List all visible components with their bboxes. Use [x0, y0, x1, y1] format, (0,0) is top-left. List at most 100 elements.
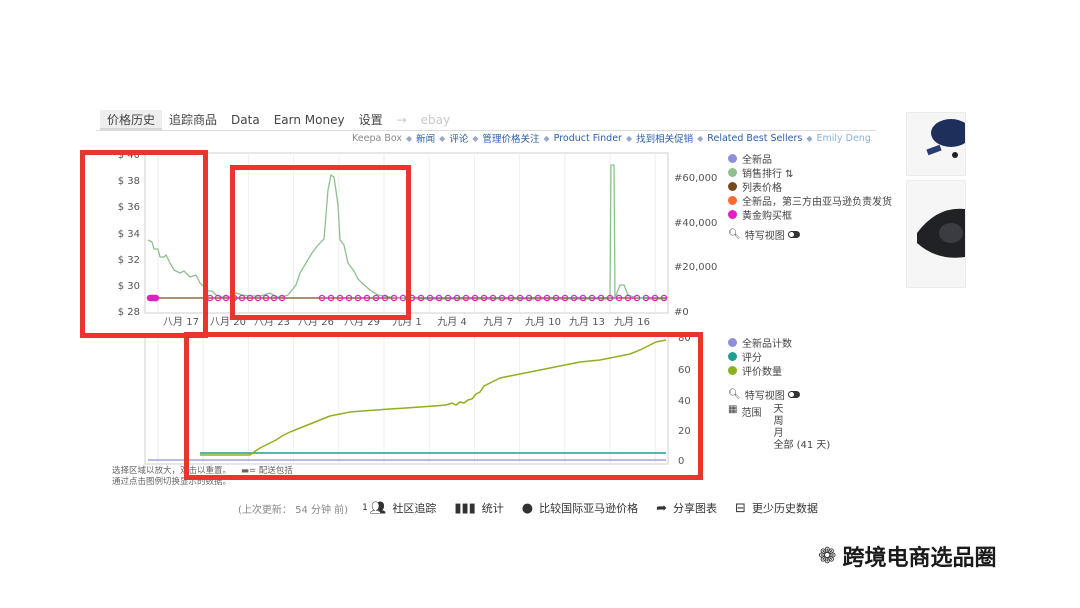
price-tick: $ 30: [118, 281, 140, 292]
legend-review-count[interactable]: 评价数量: [728, 363, 830, 378]
wechat-icon: ❁: [818, 543, 837, 569]
range-options: 天 周 月 全部 (41 天): [773, 404, 830, 452]
legend-new-count[interactable]: 全新品计数: [728, 335, 830, 350]
community-tracking-button[interactable]: 1 👥︎ 社区追踪: [362, 500, 436, 516]
review-tick: 40: [678, 396, 691, 407]
community-label: 社区追踪: [392, 502, 437, 515]
less-label: 更少历史数据: [751, 502, 818, 515]
date-tick: 八月 29: [344, 316, 380, 328]
legend-label: 全新品: [742, 154, 772, 166]
product-thumbnail[interactable]: [906, 112, 971, 176]
link-related-deals[interactable]: 找到相关促销: [636, 131, 693, 145]
share-chart-button[interactable]: ➦ 分享图表: [656, 500, 717, 516]
link-related-best-sellers[interactable]: Related Best Sellers: [707, 133, 802, 144]
price-chart-legend: 全新品 销售排行 ⇅ 列表价格 全新品，第三方由亚马逊负责发货 黄金购买框 🔍︎…: [728, 151, 892, 242]
product-image: [917, 208, 965, 258]
legend-dot: [728, 351, 737, 361]
legend-label: 销售排行 ⇅: [742, 168, 794, 180]
stats-label: 统计: [481, 502, 504, 515]
date-tick: 九月 10: [525, 316, 561, 328]
tab-data[interactable]: Data: [224, 110, 267, 130]
link-manage-price-watch[interactable]: 管理价格关注: [482, 131, 539, 145]
legend-list-price[interactable]: 列表价格: [728, 179, 892, 194]
closeup-label: 特写视图: [744, 391, 785, 402]
legend-label: 全新品计数: [742, 338, 792, 350]
rank-tick: #40,000: [674, 218, 717, 229]
chart-plot-area: [144, 152, 669, 314]
date-tick: 八月 23: [254, 316, 290, 328]
range-all[interactable]: 全部 (41 天): [773, 440, 830, 452]
product-thumbnail[interactable]: [906, 180, 966, 288]
diamond-icon: ◆: [697, 133, 704, 143]
bottom-actions: (上次更新： 54 分钟 前) 1 👥︎ 社区追踪 ▮▮▮ 统计 ● 比较国际亚马逊价格…: [238, 500, 836, 516]
chart-help-notes: 选择区域以放大，双击以重置。 ▬= 配送包括 通过点击图例切换显示的数据。: [112, 466, 293, 488]
statistics-button[interactable]: ▮▮▮ 统计: [454, 500, 503, 516]
price-history-chart[interactable]: $ 40 $ 38 $ 36 $ 34 $ 32 $ 30 $ 28 #60,0…: [100, 145, 720, 335]
closeup-toggle-bottom[interactable]: 🔍︎ 特写视图: [728, 387, 830, 402]
legend-label: 评价数量: [742, 366, 782, 378]
magnifier-icon: 🔍︎: [728, 229, 741, 240]
tab-earn-money[interactable]: Earn Money: [267, 110, 352, 130]
compare-international-button[interactable]: ● 比较国际亚马逊价格: [522, 500, 638, 516]
links-row: Keepa Box ◆ 新闻 ◆ 评论 ◆ 管理价格关注 ◆ Product F…: [352, 131, 871, 146]
arrow-icon[interactable]: →: [390, 110, 414, 130]
date-tick: 八月 17: [163, 316, 199, 328]
calendar-icon: ▦: [728, 404, 738, 415]
legend-label: 黄金购买框: [742, 210, 792, 222]
date-tick: 九月 7: [483, 316, 513, 328]
price-axis-labels: $ 40 $ 38 $ 36 $ 34 $ 32 $ 30 $ 28: [118, 150, 140, 318]
review-axis-labels: 80 60 40 20 0: [678, 334, 691, 467]
help-zoom: 选择区域以放大，双击以重置。: [112, 466, 232, 476]
less-history-button[interactable]: ⊟ 更少历史数据: [735, 500, 818, 516]
tab-ebay[interactable]: ebay: [414, 110, 457, 130]
date-tick: 八月 20: [210, 316, 246, 328]
link-reviews[interactable]: 评论: [449, 131, 468, 145]
link-user[interactable]: Emily Deng: [816, 133, 870, 144]
legend-new-fba[interactable]: 全新品，第三方由亚马逊负责发货: [728, 193, 892, 208]
closeup-label: 特写视图: [744, 231, 785, 242]
diamond-icon: ◆: [405, 133, 413, 143]
legend-dot: [728, 365, 737, 375]
legend-sales-rank[interactable]: 销售排行 ⇅: [728, 165, 892, 180]
date-axis-labels: 八月 17 八月 20 八月 23 八月 26 八月 29 九月 1 九月 4 …: [163, 316, 650, 328]
range-label: 范围: [741, 408, 762, 419]
reviews-chart[interactable]: 80 60 40 20 0: [100, 334, 720, 474]
link-news[interactable]: 新闻: [416, 131, 435, 145]
review-tick: 20: [678, 426, 691, 437]
legend-label: 全新品，第三方由亚马逊负责发货: [742, 196, 892, 208]
compare-label: 比较国际亚马逊价格: [539, 502, 639, 515]
legend-dot: [728, 195, 737, 205]
link-keepa-box[interactable]: Keepa Box: [352, 133, 402, 144]
tab-bar: 价格历史 追踪商品 Data Earn Money 设置 → ebay: [100, 110, 457, 130]
closeup-toggle-top[interactable]: 🔍︎ 特写视图: [728, 227, 892, 242]
legend-rating[interactable]: 评分: [728, 349, 830, 364]
truck-icon: ▬: [241, 466, 250, 476]
last-updated: (上次更新： 54 分钟 前): [238, 504, 349, 516]
range-month[interactable]: 月: [773, 428, 830, 440]
rank-tick: #0: [674, 307, 689, 318]
legend-new[interactable]: 全新品: [728, 151, 892, 166]
chart-plot-area: [144, 335, 669, 465]
watermark-logo: ❁ 跨境电商选品圈: [818, 540, 996, 572]
toggle-icon: [787, 231, 800, 238]
reviews-chart-legend: 全新品计数 评分 评价数量 🔍︎ 特写视图 ▦ 范围 天 周 月 全部 (41 天…: [728, 335, 830, 452]
review-tick: 80: [678, 334, 691, 344]
price-tick: $ 36: [118, 202, 140, 213]
tab-price-history[interactable]: 价格历史: [100, 110, 163, 130]
range-day[interactable]: 天: [773, 404, 830, 416]
tab-tracked-products[interactable]: 追踪商品: [162, 110, 224, 130]
legend-dot: [728, 337, 737, 347]
tracker-count: 1: [362, 503, 368, 513]
diamond-icon: ◆: [625, 133, 633, 143]
rank-tick: #60,000: [674, 173, 717, 184]
help-shipping: = 配送包括: [249, 466, 293, 476]
legend-dot: [728, 153, 737, 163]
price-tick: $ 40: [118, 150, 140, 161]
range-selector: ▦ 范围 天 周 月 全部 (41 天): [728, 404, 830, 452]
link-product-finder[interactable]: Product Finder: [554, 133, 622, 144]
price-tick: $ 38: [118, 176, 140, 187]
range-week[interactable]: 周: [773, 416, 830, 428]
date-tick: 八月 26: [298, 316, 334, 328]
legend-buy-box[interactable]: 黄金购买框: [728, 207, 892, 222]
tab-settings[interactable]: 设置: [352, 110, 390, 130]
